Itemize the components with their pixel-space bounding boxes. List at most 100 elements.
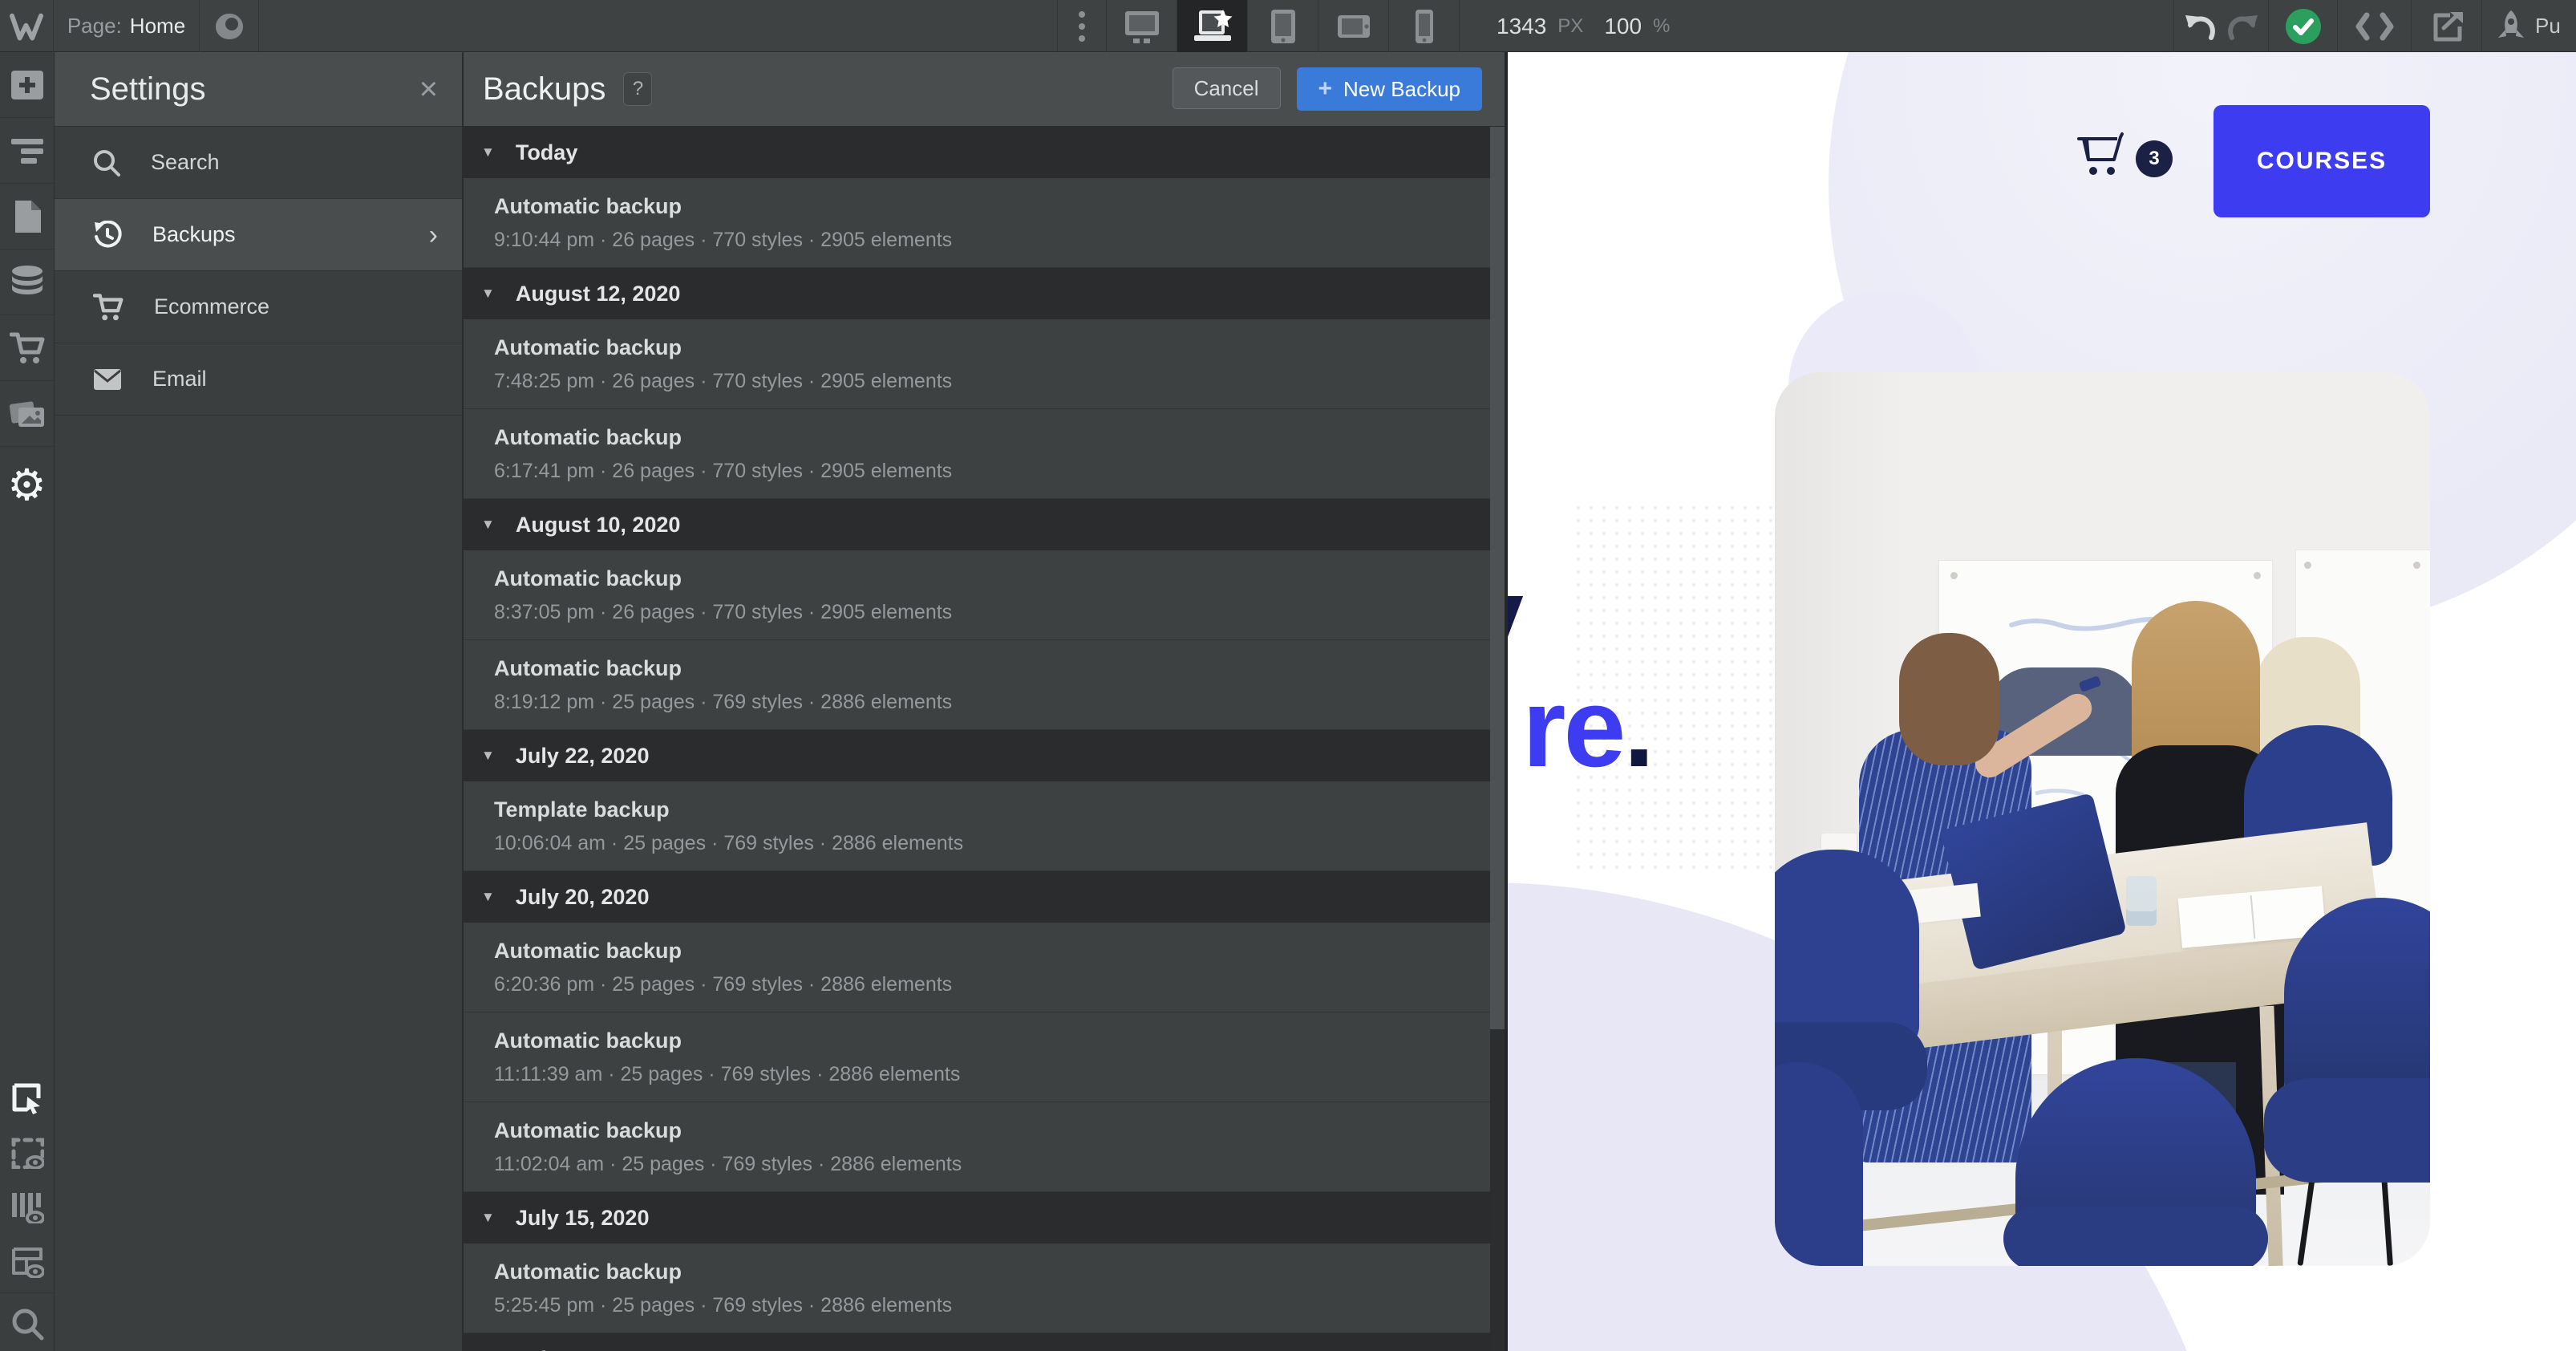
caret-down-icon: ▼ bbox=[481, 1210, 495, 1226]
breakpoint-tablet[interactable] bbox=[1248, 0, 1318, 52]
gear-icon: ⚙ bbox=[7, 464, 46, 507]
chair bbox=[1775, 850, 1919, 1050]
rocket-icon bbox=[2495, 9, 2527, 44]
settings-button-active[interactable]: ⚙ bbox=[0, 447, 54, 524]
breakpoint-desktop[interactable] bbox=[1107, 0, 1177, 52]
close-icon[interactable]: × bbox=[419, 73, 438, 105]
backup-row[interactable]: Automatic backup 5:25:45 pm · 25 pages ·… bbox=[464, 1243, 1490, 1333]
group-date: August 10, 2020 bbox=[516, 513, 681, 538]
backup-title: Template backup bbox=[494, 797, 1490, 822]
cancel-button[interactable]: Cancel bbox=[1173, 67, 1281, 109]
assets-button[interactable] bbox=[0, 381, 54, 447]
page-file-icon bbox=[12, 199, 43, 234]
code-export-button[interactable] bbox=[2337, 0, 2411, 52]
settings-item-search[interactable]: Search bbox=[55, 127, 462, 199]
backups-actions: Cancel + New Backup bbox=[1173, 67, 1482, 111]
backup-row[interactable]: Automatic backup 11:02:04 am · 25 pages … bbox=[464, 1102, 1490, 1192]
search-icon bbox=[93, 149, 120, 176]
settings-item-email[interactable]: Email bbox=[55, 343, 462, 416]
backups-title: Backups bbox=[483, 71, 606, 108]
group-date: August 12, 2020 bbox=[516, 282, 681, 306]
backup-row[interactable]: Automatic backup 8:19:12 pm · 25 pages ·… bbox=[464, 640, 1490, 730]
layout-visibility-button[interactable] bbox=[0, 1235, 54, 1289]
backup-row[interactable]: Automatic backup 7:48:25 pm · 26 pages ·… bbox=[464, 319, 1490, 409]
backup-meta: 10:06:04 am · 25 pages · 769 styles · 28… bbox=[494, 832, 1490, 855]
new-backup-label: New Backup bbox=[1343, 77, 1460, 102]
caret-down-icon: ▼ bbox=[481, 286, 495, 302]
xray-mode-button[interactable] bbox=[0, 1126, 54, 1180]
headline-fragment: re. bbox=[1522, 671, 1655, 784]
history-controls bbox=[2173, 0, 2268, 52]
envelope-icon bbox=[93, 368, 122, 391]
backup-meta: 11:11:39 am · 25 pages · 769 styles · 28… bbox=[494, 1063, 1490, 1086]
left-toolbar: ⚙ bbox=[0, 52, 55, 1351]
backup-row[interactable]: Automatic backup 6:20:36 pm · 25 pages ·… bbox=[464, 923, 1490, 1012]
guides-visibility-button[interactable] bbox=[0, 1180, 54, 1235]
backup-title: Automatic backup bbox=[494, 335, 1490, 360]
zoom-unit: % bbox=[1653, 15, 1670, 38]
backup-title: Automatic backup bbox=[494, 566, 1490, 591]
add-elements-button[interactable] bbox=[0, 52, 54, 118]
scrollbar-track[interactable] bbox=[1490, 127, 1505, 1351]
breakpoint-mobile-portrait[interactable] bbox=[1389, 0, 1460, 52]
find-button[interactable] bbox=[0, 1296, 54, 1351]
backup-group-header[interactable]: ▼ August 10, 2020 bbox=[464, 499, 1490, 550]
selector-tool-button[interactable] bbox=[0, 1071, 54, 1126]
layers-lines-icon bbox=[10, 137, 45, 164]
canvas-menu-kebab[interactable] bbox=[1057, 0, 1107, 52]
share-button[interactable] bbox=[2411, 0, 2481, 52]
breakpoint-laptop-selected[interactable] bbox=[1177, 0, 1248, 52]
undo-icon[interactable] bbox=[2184, 12, 2216, 41]
courses-button[interactable]: COURSES bbox=[2213, 105, 2430, 217]
backup-row[interactable]: Automatic backup 6:17:41 pm · 26 pages ·… bbox=[464, 409, 1490, 499]
backup-meta: 5:25:45 pm · 25 pages · 769 styles · 288… bbox=[494, 1294, 1490, 1317]
database-icon bbox=[10, 265, 45, 300]
cart-icon-sidebar bbox=[10, 331, 45, 365]
page-selector[interactable]: Page: Home bbox=[54, 0, 200, 52]
help-badge[interactable]: ? bbox=[623, 72, 652, 106]
redo-icon[interactable] bbox=[2227, 12, 2259, 41]
backup-title: Automatic backup bbox=[494, 939, 1490, 964]
preview-toggle[interactable] bbox=[200, 0, 259, 52]
backup-group-header[interactable]: ▼ July 15, 2020 bbox=[464, 1192, 1490, 1243]
caret-down-icon: ▼ bbox=[481, 889, 495, 905]
navigator-button[interactable] bbox=[0, 118, 54, 184]
publish-button[interactable]: Pu bbox=[2481, 0, 2576, 52]
publish-label: Pu bbox=[2535, 14, 2561, 39]
settings-item-ecommerce[interactable]: Ecommerce bbox=[55, 271, 462, 343]
backup-group-header[interactable]: ▼ Today bbox=[464, 127, 1490, 178]
cart-icon-site[interactable] bbox=[2076, 132, 2125, 179]
settings-item-label: Search bbox=[151, 150, 220, 175]
zoom-input[interactable]: 100 bbox=[1604, 14, 1642, 39]
cart-count-badge[interactable]: 3 bbox=[2136, 140, 2173, 177]
plus-square-icon bbox=[10, 69, 45, 101]
backup-group-header[interactable]: ▼ July 22, 2020 bbox=[464, 730, 1490, 781]
settings-item-backups[interactable]: Backups › bbox=[55, 199, 462, 271]
canvas-width-input[interactable]: 1343 bbox=[1497, 14, 1546, 39]
group-date: July 20, 2020 bbox=[516, 885, 650, 910]
cms-button[interactable] bbox=[0, 250, 54, 315]
backup-row[interactable]: Automatic backup 8:37:05 pm · 26 pages ·… bbox=[464, 550, 1490, 640]
backup-group-header[interactable]: ▼ July 14, 2020 bbox=[464, 1333, 1490, 1351]
backup-meta: 8:37:05 pm · 26 pages · 770 styles · 290… bbox=[494, 601, 1490, 624]
new-backup-button[interactable]: + New Backup bbox=[1297, 67, 1483, 111]
settings-item-label: Ecommerce bbox=[154, 294, 269, 319]
backup-title: Automatic backup bbox=[494, 1260, 1490, 1284]
person-left-hair bbox=[1899, 633, 1999, 765]
cart-icon-settings bbox=[93, 293, 124, 322]
scrollbar-thumb[interactable] bbox=[1490, 127, 1505, 1029]
backup-title: Automatic backup bbox=[494, 1118, 1490, 1143]
pages-button[interactable] bbox=[0, 184, 54, 250]
hero-photo bbox=[1775, 372, 2430, 1266]
backup-meta: 6:17:41 pm · 26 pages · 770 styles · 290… bbox=[494, 460, 1490, 483]
webflow-logo[interactable] bbox=[0, 0, 54, 52]
backup-meta: 8:19:12 pm · 25 pages · 769 styles · 288… bbox=[494, 691, 1490, 714]
backups-panel: Backups ? Cancel + New Backup ▼ Today Au… bbox=[464, 52, 1508, 1351]
backup-row[interactable]: Automatic backup 11:11:39 am · 25 pages … bbox=[464, 1012, 1490, 1102]
backup-group-header[interactable]: ▼ August 12, 2020 bbox=[464, 268, 1490, 319]
backup-row[interactable]: Automatic backup 9:10:44 pm · 26 pages ·… bbox=[464, 178, 1490, 268]
backup-row[interactable]: Template backup 10:06:04 am · 25 pages ·… bbox=[464, 781, 1490, 871]
breakpoint-mobile-landscape[interactable] bbox=[1318, 0, 1389, 52]
ecommerce-button[interactable] bbox=[0, 315, 54, 381]
backup-group-header[interactable]: ▼ July 20, 2020 bbox=[464, 871, 1490, 923]
